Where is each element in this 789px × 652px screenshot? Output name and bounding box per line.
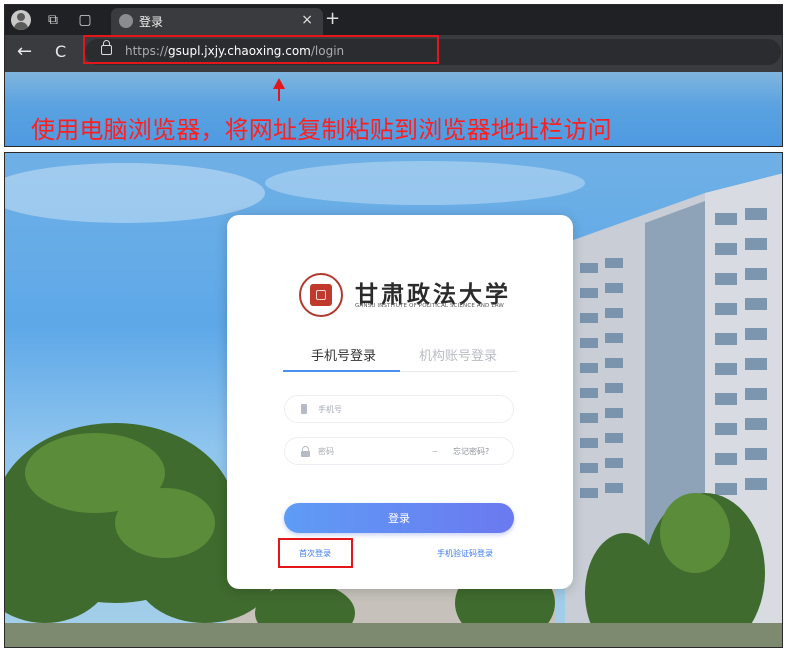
reload-button[interactable]: C (55, 41, 66, 63)
first-login-highlight-box (278, 538, 353, 568)
university-seal-icon (299, 273, 343, 317)
phone-icon (301, 404, 307, 414)
globe-icon (119, 14, 133, 28)
annotation-arrow (278, 87, 280, 101)
sms-login-link[interactable]: 手机验证码登录 (437, 548, 493, 559)
login-screenshot: 甘肃政法大学 GANSU INSTITUTE OF POLITICAL SCIE… (4, 152, 783, 648)
browser-tab[interactable]: 登录 × (111, 8, 323, 35)
tab-org-login[interactable]: 机构账号登录 (419, 345, 497, 364)
browser-screenshot: ⧉ ▢ 登录 × + ← C https://gsupl.jxjy.chaoxi… (4, 4, 783, 147)
tab-bar: ⧉ ▢ 登录 × + (5, 5, 782, 35)
arrow-up-icon (273, 78, 285, 89)
forgot-password-link[interactable]: 忘记密码? (453, 446, 489, 457)
login-card: 甘肃政法大学 GANSU INSTITUTE OF POLITICAL SCIE… (227, 215, 573, 589)
avatar-icon[interactable] (11, 10, 31, 30)
tab-phone-login[interactable]: 手机号登录 (311, 345, 376, 364)
login-button[interactable]: 登录 (284, 503, 514, 533)
instruction-text: 使用电脑浏览器，将网址复制粘贴到浏览器地址栏访问 (31, 116, 612, 144)
phone-input[interactable] (318, 402, 418, 416)
back-button[interactable]: ← (17, 41, 32, 63)
tab-actions-icon[interactable]: ▢ (77, 12, 93, 28)
university-name-en: GANSU INSTITUTE OF POLITICAL SCIENCE AND… (355, 303, 504, 309)
phone-field[interactable] (284, 395, 514, 423)
tab-title: 登录 (139, 15, 164, 29)
active-tab-indicator (283, 370, 400, 372)
new-tab-button[interactable]: + (325, 9, 340, 29)
password-input[interactable] (318, 444, 418, 458)
workspaces-icon[interactable]: ⧉ (45, 12, 61, 28)
eye-closed-icon[interactable]: ⌣ (432, 447, 438, 457)
url-highlight-box (83, 35, 439, 64)
lock-icon (301, 446, 310, 457)
close-tab-icon[interactable]: × (301, 12, 313, 28)
password-field[interactable]: ⌣ 忘记密码? (284, 437, 514, 465)
